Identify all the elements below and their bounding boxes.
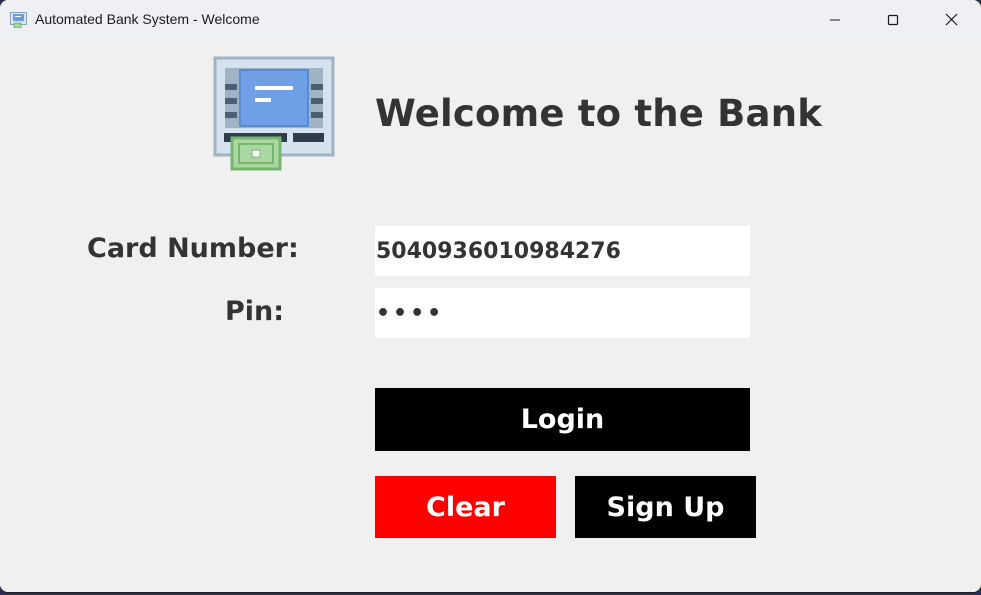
welcome-panel: Welcome to the Bank Card Number: Pin: Lo… <box>0 40 981 592</box>
sign-up-button[interactable]: Sign Up <box>575 476 756 538</box>
pin-input[interactable] <box>375 288 750 338</box>
card-number-label: Card Number: <box>87 233 299 264</box>
maximize-icon <box>887 11 899 30</box>
close-icon <box>945 11 958 30</box>
minimize-button[interactable] <box>806 0 864 40</box>
atm-machine-icon <box>10 12 27 29</box>
app-window: Automated Bank System - Welcome Welcome … <box>0 0 981 592</box>
title-bar[interactable]: Automated Bank System - Welcome <box>0 0 981 40</box>
minimize-icon <box>829 11 841 30</box>
welcome-heading: Welcome to the Bank <box>375 92 823 135</box>
maximize-button[interactable] <box>864 0 922 40</box>
close-button[interactable] <box>922 0 980 40</box>
pin-label: Pin: <box>225 296 285 327</box>
clear-button[interactable]: Clear <box>375 476 556 538</box>
atm-machine-icon <box>213 56 337 172</box>
login-button[interactable]: Login <box>375 388 750 451</box>
card-number-input[interactable] <box>375 226 750 276</box>
window-title: Automated Bank System - Welcome <box>35 11 260 27</box>
